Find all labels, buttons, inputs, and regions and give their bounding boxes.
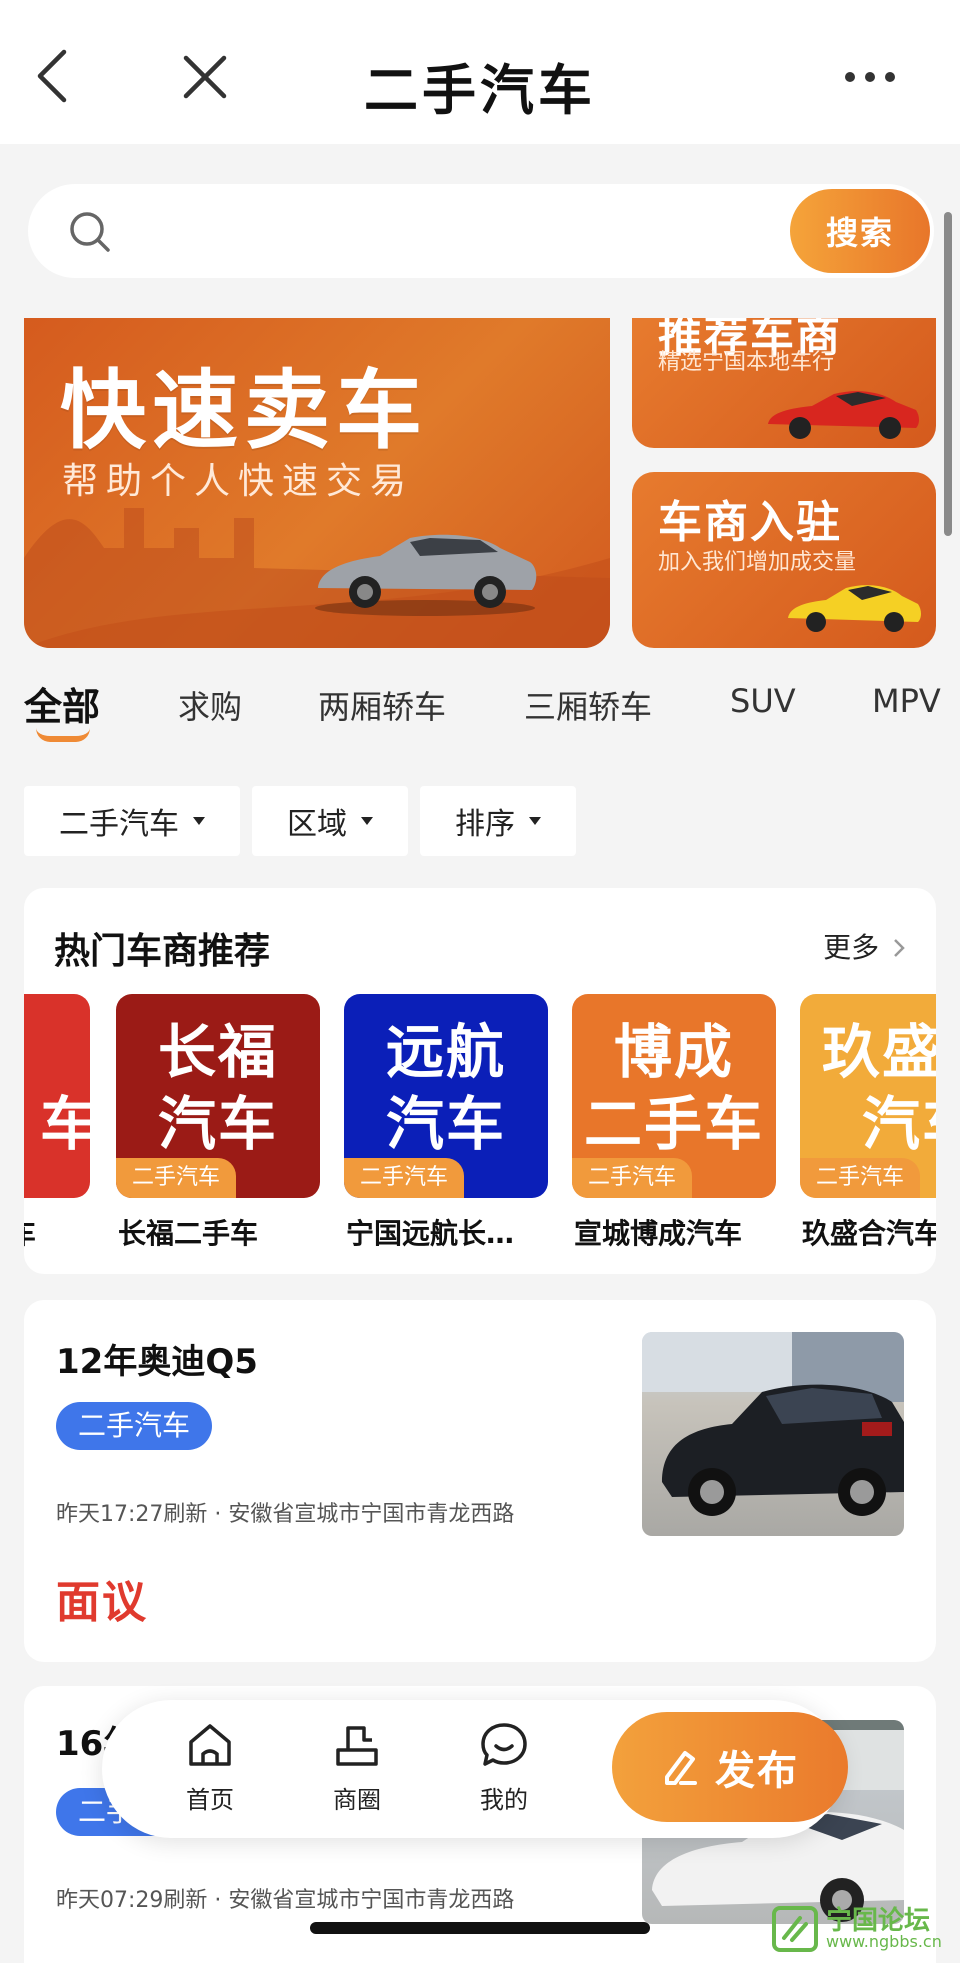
banner-title: 快速卖车 — [60, 361, 428, 461]
filter-region[interactable]: 区域 — [252, 786, 408, 856]
publish-label: 发布 — [715, 1748, 799, 1794]
listing-meta: 昨天17:27刷新 · 安徽省宣城市宁国市青龙西路 — [56, 1502, 515, 1527]
dealer-logo-text: 玖盛合汽车 — [822, 1018, 936, 1158]
tab-hatchback[interactable]: 两厢轿车 — [318, 682, 446, 728]
dealer-tag: 二手汽车 — [116, 1158, 237, 1198]
dealer-name[interactable]: 长福二手车 — [118, 1212, 258, 1252]
listing-title: 12年奥迪Q5 — [56, 1342, 258, 1382]
home-indicator[interactable] — [310, 1922, 650, 1934]
listing-category-badge: 二手汽车 — [56, 1402, 213, 1450]
banner-subtitle: 帮助个人快速交易 — [62, 461, 415, 502]
dealer-tile[interactable]: 远航 汽车 二手汽车 — [344, 994, 548, 1198]
section-title: 热门车商推荐 — [54, 931, 271, 972]
more-link[interactable]: 更多 — [823, 926, 906, 966]
more-label: 更多 — [823, 931, 880, 964]
pen-icon — [665, 1751, 697, 1785]
nav-label: 商圈 — [333, 1786, 381, 1814]
banner-title: 车商入驻 — [658, 497, 842, 548]
caret-down-icon — [193, 817, 205, 825]
filter-label: 二手汽车 — [59, 807, 179, 842]
dealer-logo-text: 博成 二手车 — [583, 1018, 764, 1158]
search-input[interactable] — [138, 204, 798, 258]
chevron-right-icon — [894, 939, 905, 957]
silver-car-image — [315, 534, 537, 616]
dealer-logo-text: 远航 汽车 — [385, 1018, 506, 1158]
dealer-tile[interactable]: 博成 二手车 二手汽车 — [572, 994, 776, 1198]
page-title: 二手汽车 — [364, 59, 596, 122]
dealer-tag: 二手汽车 — [572, 1158, 693, 1198]
site-watermark: 宁国论坛 www.ngbbs.cn — [770, 1900, 954, 1958]
search-icon — [70, 212, 110, 252]
nav-mine[interactable]: 我的 — [454, 1720, 554, 1815]
search-bar: 搜索 — [28, 184, 934, 278]
filter-label: 区域 — [287, 807, 347, 842]
yellow-car-image — [788, 585, 921, 632]
dealer-name[interactable]: 车 — [24, 1212, 46, 1252]
black-suv-photo — [642, 1332, 904, 1516]
nav-label: 首页 — [186, 1786, 234, 1814]
dealer-tile[interactable]: 玖盛合汽车 二手汽车 — [800, 994, 936, 1198]
red-car-image — [768, 391, 919, 439]
tab-mpv[interactable]: MPV — [872, 682, 941, 720]
tab-suv[interactable]: SUV — [730, 682, 796, 720]
filter-category[interactable]: 二手汽车 — [24, 786, 240, 856]
dealer-name[interactable]: 宣城博成汽车 — [574, 1212, 742, 1252]
watermark-url: www.ngbbs.cn — [826, 1932, 942, 1951]
filter-label: 排序 — [455, 807, 515, 842]
listing-photo[interactable] — [642, 1332, 904, 1536]
nav-label: 我的 — [480, 1786, 528, 1814]
dealer-tile[interactable]: 长福 汽车 二手汽车 — [116, 994, 320, 1198]
listing-card[interactable]: 12年奥迪Q5 二手汽车 昨天17:27刷新 · 安徽省宣城市宁国市青龙西路 面… — [24, 1300, 936, 1662]
category-tabs: 全部 求购 两厢轿车 三厢轿车 SUV MPV — [0, 672, 960, 752]
dealer-name[interactable]: 玖盛合汽车 — [802, 1212, 936, 1252]
top-bar: 二手汽车 — [0, 0, 960, 144]
dealer-tag: 二手汽车 — [800, 1158, 921, 1198]
caret-down-icon — [361, 817, 373, 825]
dealer-logo-text: 车 — [39, 1090, 90, 1158]
shop-icon — [336, 1726, 378, 1766]
listing-meta: 昨天07:29刷新 · 安徽省宣城市宁国市青龙西路 — [56, 1888, 515, 1913]
search-button[interactable]: 搜索 — [790, 189, 930, 273]
dealer-tile[interactable]: 车 — [24, 994, 90, 1198]
active-tab-indicator — [36, 728, 90, 742]
dealer-name[interactable]: 宁国远航长… — [346, 1212, 514, 1252]
watermark-logo-icon — [772, 1906, 818, 1952]
tab-sedan[interactable]: 三厢轿车 — [524, 682, 652, 728]
banner-recommended-dealers[interactable]: 推荐车商 精选宁国本地车行 — [632, 318, 936, 448]
chat-bubble-icon — [481, 1723, 527, 1766]
tab-wanted[interactable]: 求购 — [178, 682, 242, 728]
dealer-logo-text: 长福 汽车 — [157, 1018, 278, 1158]
banner-subtitle: 精选宁国本地车行 — [658, 350, 835, 375]
caret-down-icon — [529, 817, 541, 825]
filter-sort[interactable]: 排序 — [420, 786, 576, 856]
listing-price: 面议 — [56, 1577, 148, 1628]
tab-all[interactable]: 全部 — [24, 676, 100, 731]
home-icon — [189, 1724, 231, 1766]
scrollbar[interactable] — [944, 212, 952, 536]
nav-business-circle[interactable]: 商圈 — [307, 1720, 407, 1815]
banner-subtitle: 加入我们增加成交量 — [658, 550, 857, 575]
publish-button[interactable]: 发布 — [612, 1712, 848, 1822]
more-options-icon[interactable] — [840, 62, 900, 92]
dealer-tag: 二手汽车 — [344, 1158, 465, 1198]
nav-home[interactable]: 首页 — [160, 1720, 260, 1815]
hot-dealers-section: 热门车商推荐 更多 车 车 长福汽车 二手汽车 长福二手车 远航汽车 二手汽车 … — [24, 888, 936, 1274]
banner-quick-sell[interactable]: 快速卖车 帮助个人快速交易 — [24, 318, 610, 648]
banner-dealer-join[interactable]: 车商入驻 加入我们增加成交量 — [632, 472, 936, 648]
